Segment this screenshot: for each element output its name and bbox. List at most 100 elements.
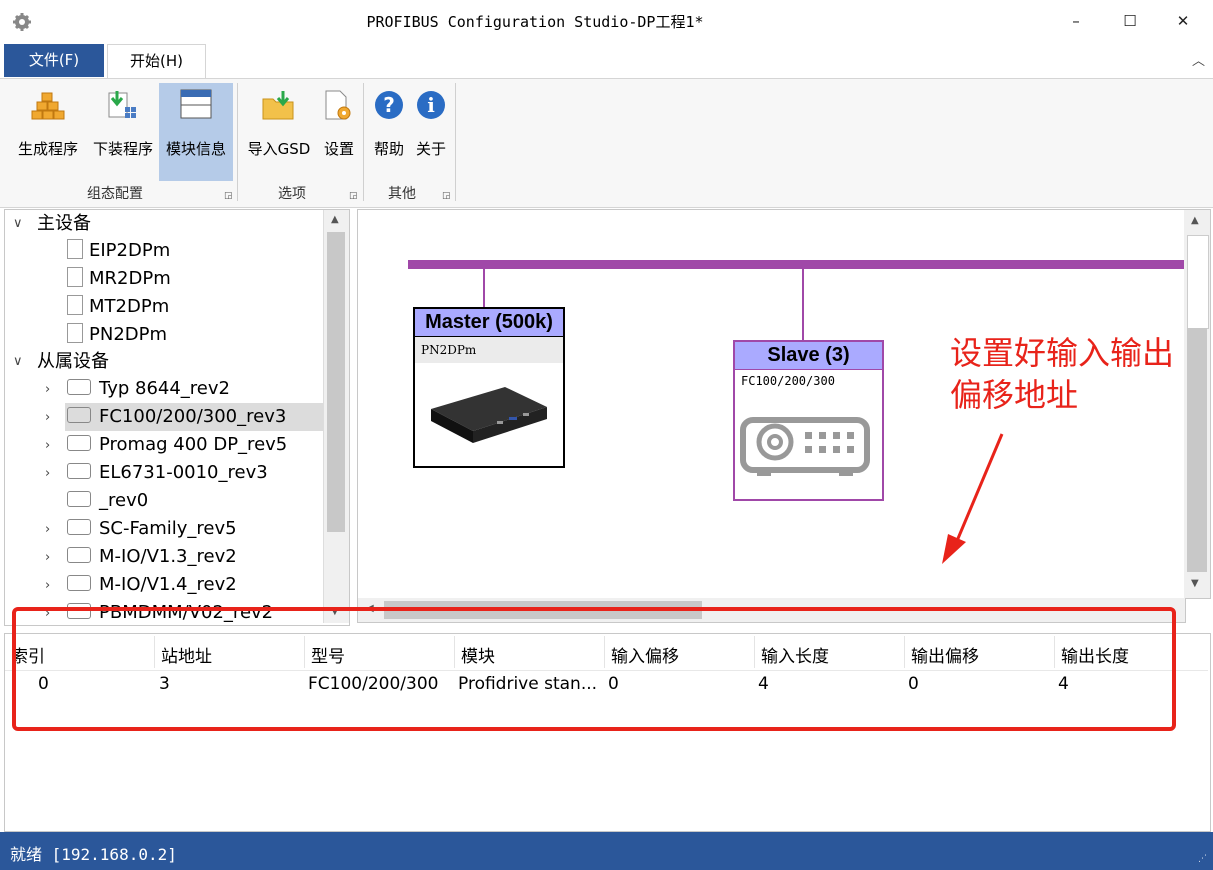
svg-text:?: ? (383, 93, 395, 117)
build-program-button[interactable]: 生成程序 (10, 83, 86, 163)
about-button[interactable]: i 关于 (410, 83, 452, 163)
resize-grip-icon[interactable]: ⋰ (1198, 854, 1207, 864)
window-title: PROFIBUS Configuration Studio-DP工程1* (366, 13, 704, 31)
expand-chevron-icon[interactable]: › (45, 550, 50, 565)
device-tree[interactable]: ∨ 主设备 EIP2DPm MR2DPm MT2DPm PN2DPm ∨ 从属设… (4, 209, 350, 626)
group-divider (455, 83, 456, 201)
tree-item-slave[interactable]: Typ 8644_rev2 (67, 375, 230, 403)
tree-item-slave[interactable]: _rev0 (67, 487, 148, 515)
slave-device-icon (739, 414, 871, 484)
expand-chevron-icon[interactable]: › (45, 438, 50, 453)
build-icon (30, 89, 66, 127)
help-button[interactable]: ? 帮助 (368, 83, 410, 163)
device-icon (67, 239, 83, 259)
mini-pc-icon (427, 379, 551, 453)
title-bar: PROFIBUS Configuration Studio-DP工程1* – ☐… (0, 0, 1213, 42)
tree-item-slave[interactable]: SC-Family_rev5 (67, 515, 237, 543)
slave-device-icon (67, 379, 91, 395)
tree-scrollbar[interactable]: ▲ ▼ (323, 210, 349, 623)
tree-item-master[interactable]: EIP2DPm (67, 237, 170, 265)
group-launcher-icon[interactable]: ◲ (224, 191, 233, 201)
settings-doc-icon (322, 89, 356, 127)
collapse-ribbon-button[interactable]: ︿ (1192, 50, 1205, 69)
expand-chevron-icon[interactable]: › (45, 410, 50, 425)
slave-device-icon (67, 463, 91, 479)
group-launcher-icon[interactable]: ◲ (349, 191, 358, 201)
tree-item-master[interactable]: MR2DPm (67, 265, 171, 293)
expand-chevron-icon[interactable]: › (45, 466, 50, 481)
maximize-button[interactable]: ☐ (1115, 8, 1145, 34)
import-gsd-button[interactable]: 导入GSD (243, 83, 315, 163)
slave-device-icon (67, 407, 91, 423)
help-icon: ? (373, 89, 405, 125)
expand-chevron-icon[interactable]: › (45, 578, 50, 593)
svg-text:i: i (427, 93, 435, 117)
topology-canvas[interactable]: Master (500k) PN2DPm Slave (3) FC100/200… (357, 209, 1185, 599)
tree-item-slave-selected[interactable]: FC100/200/300_rev3 (65, 403, 324, 431)
master-model: PN2DPm (415, 337, 563, 363)
group-launcher-icon[interactable]: ◲ (442, 191, 451, 201)
scroll-thumb[interactable] (1187, 235, 1209, 329)
slave-title: Slave (3) (735, 342, 882, 370)
slave-device-icon (67, 491, 91, 507)
tab-start[interactable]: 开始(H) (107, 44, 206, 79)
status-bar: 就绪 [192.168.0.2] ⋰ (0, 832, 1213, 870)
settings-button[interactable]: 设置 (318, 83, 360, 163)
highlight-rectangle (12, 607, 1176, 731)
tree-item-master[interactable]: PN2DPm (67, 321, 167, 349)
annotation-line-1: 设置好输入输出 (950, 334, 1175, 372)
help-label: 帮助 (373, 140, 404, 158)
group-divider (237, 83, 238, 201)
expand-chevron-icon[interactable]: › (45, 522, 50, 537)
profibus-line (408, 260, 1184, 269)
import-gsd-label: 导入GSD (247, 140, 311, 158)
group-divider (363, 83, 364, 201)
build-program-label: 生成程序 (17, 140, 78, 158)
canvas-vscrollbar[interactable]: ▲ ▼ (1184, 209, 1211, 599)
group-label-other: 其他 (388, 186, 416, 202)
annotation-line-2: 偏移地址 (950, 376, 1079, 414)
tree-node-master[interactable]: 主设备 (37, 210, 91, 238)
group-label-config: 组态配置 (87, 186, 143, 202)
info-icon: i (415, 89, 447, 125)
module-info-button[interactable]: 模块信息 (159, 83, 233, 181)
slave-device-icon (67, 519, 91, 535)
ribbon-panel: 生成程序 下装程序 模块信息 导入GSD 设置 ? 帮助 i 关于 组态配置 ◲… (0, 78, 1213, 208)
download-icon (105, 89, 141, 127)
minimize-button[interactable]: – (1061, 8, 1091, 34)
collapse-chevron-icon[interactable]: ∨ (13, 216, 23, 231)
tree-node-slave[interactable]: 从属设备 (37, 348, 109, 376)
expand-chevron-icon[interactable]: › (45, 382, 50, 397)
tree-item-master[interactable]: MT2DPm (67, 293, 169, 321)
scroll-track[interactable] (1187, 328, 1207, 572)
master-connector (483, 269, 485, 307)
download-program-label: 下装程序 (92, 140, 153, 158)
device-icon (67, 295, 83, 315)
window-icon (180, 89, 212, 123)
master-node[interactable]: Master (500k) PN2DPm (413, 307, 565, 468)
slave-device-icon (67, 435, 91, 451)
status-text: 就绪 [192.168.0.2] (10, 845, 177, 864)
download-program-button[interactable]: 下装程序 (88, 83, 158, 163)
scroll-up-arrow-icon[interactable]: ▲ (331, 214, 339, 225)
tree-item-slave[interactable]: M-IO/V1.4_rev2 (67, 571, 237, 599)
tree-item-slave[interactable]: EL6731-0010_rev3 (67, 459, 268, 487)
about-label: 关于 (415, 140, 446, 158)
tree-item-slave[interactable]: M-IO/V1.3_rev2 (67, 543, 237, 571)
module-info-label: 模块信息 (165, 140, 226, 158)
scroll-down-arrow-icon[interactable]: ▼ (1191, 578, 1199, 589)
tree-item-slave[interactable]: Promag 400 DP_rev5 (67, 431, 287, 459)
settings-label: 设置 (323, 140, 354, 158)
slave-node[interactable]: Slave (3) FC100/200/300 (733, 340, 884, 501)
slave-connector (802, 269, 804, 340)
scroll-thumb[interactable] (327, 232, 345, 532)
import-folder-icon (261, 89, 297, 127)
group-label-options: 选项 (278, 186, 306, 202)
close-button[interactable]: ✕ (1168, 8, 1198, 34)
device-icon (67, 267, 83, 287)
scroll-up-arrow-icon[interactable]: ▲ (1191, 215, 1199, 226)
collapse-chevron-icon[interactable]: ∨ (13, 354, 23, 369)
tab-file[interactable]: 文件(F) (4, 44, 104, 77)
annotation-text: 设置好输入输出 偏移地址 (950, 332, 1174, 416)
slave-device-icon (67, 547, 91, 563)
